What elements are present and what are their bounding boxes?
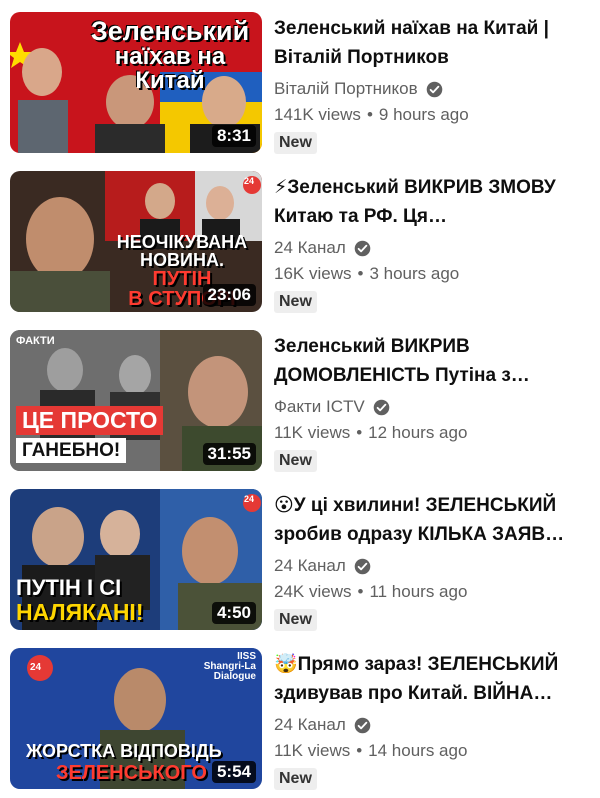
verified-icon bbox=[426, 81, 442, 97]
video-meta: 16K views • 3 hours ago bbox=[274, 261, 590, 287]
video-meta: 24K views • 11 hours ago bbox=[274, 579, 590, 605]
duration-badge: 23:06 bbox=[202, 284, 256, 306]
channel-name[interactable]: Факти ICTV bbox=[274, 397, 365, 417]
upload-age: 11 hours ago bbox=[369, 582, 468, 601]
video-title[interactable]: Зеленський наїхав на Китай | Віталій Пор… bbox=[274, 14, 590, 72]
video-thumbnail[interactable]: 24 НЕОЧІКУВАНА НОВИНА. ПУТІН В СТУПОРІ 2… bbox=[10, 171, 262, 312]
upload-age: 9 hours ago bbox=[378, 105, 469, 124]
channel-logo: 24 bbox=[243, 494, 254, 504]
duration-badge: 31:55 bbox=[202, 443, 256, 465]
thumbnail-caption-line-1: ПУТІН І СІ bbox=[16, 575, 122, 600]
video-info: ⚡Зеленський ВИКРИВ ЗМОВУ Китаю та РФ. Ця… bbox=[274, 173, 590, 313]
video-info: Зеленський ВИКРИВ ДОМОВЛЕНІСТЬ Путіна з…… bbox=[274, 332, 590, 472]
new-badge: New bbox=[274, 132, 317, 154]
conference-sign: IISS Shangri-La Dialogue bbox=[203, 651, 256, 682]
channel-logo: ФАКТИ bbox=[16, 335, 55, 347]
view-count: 11K views bbox=[274, 423, 351, 442]
view-count: 16K views bbox=[274, 264, 352, 283]
thumbnail-caption: Зеленський наїхав на Китай bbox=[90, 16, 250, 94]
upload-age: 12 hours ago bbox=[368, 423, 468, 442]
verified-icon bbox=[373, 399, 390, 415]
video-info: 😮У ці хвилини! ЗЕЛЕНСЬКИЙ зробив одразу … bbox=[274, 491, 590, 631]
new-badge: New bbox=[274, 768, 317, 790]
channel-logo: 24 bbox=[243, 176, 254, 186]
video-item[interactable]: Зеленський наїхав на Китай 8:31 Зеленськ… bbox=[0, 12, 600, 158]
meta-separator: • bbox=[357, 264, 364, 283]
thumbnail-caption-line-1: ЦЕ ПРОСТО bbox=[16, 406, 164, 435]
video-info: Зеленський наїхав на Китай | Віталій Пор… bbox=[274, 14, 590, 154]
channel-row[interactable]: 24 Канал bbox=[274, 712, 590, 738]
duration-badge: 5:54 bbox=[211, 761, 256, 783]
video-meta: 11K views • 14 hours ago bbox=[274, 738, 590, 764]
video-meta: 141K views • 9 hours ago bbox=[274, 102, 590, 128]
video-thumbnail[interactable]: 24 ПУТІН І СІ НАЛЯКАНІ! 4:50 bbox=[10, 489, 262, 630]
new-badge: New bbox=[274, 291, 317, 313]
video-title[interactable]: 🤯Прямо зараз! ЗЕЛЕНСЬКИЙ здивував про Ки… bbox=[274, 650, 590, 708]
channel-name[interactable]: Віталій Портников bbox=[274, 79, 418, 99]
duration-badge: 4:50 bbox=[211, 602, 256, 624]
meta-separator: • bbox=[356, 423, 363, 442]
channel-name[interactable]: 24 Канал bbox=[274, 238, 346, 258]
video-item[interactable]: ФАКТИ ЦЕ ПРОСТО ГАНЕБНО! 31:55 Зеленськи… bbox=[0, 330, 600, 476]
video-thumbnail[interactable]: 24 IISS Shangri-La Dialogue ЖОРСТКА ВІДП… bbox=[10, 648, 262, 789]
video-list: Зеленський наїхав на Китай 8:31 Зеленськ… bbox=[0, 0, 600, 798]
upload-age: 14 hours ago bbox=[368, 741, 468, 760]
video-title[interactable]: ⚡Зеленський ВИКРИВ ЗМОВУ Китаю та РФ. Ця… bbox=[274, 173, 590, 231]
thumbnail-caption-line-2: ГАНЕБНО! bbox=[16, 438, 127, 463]
view-count: 24K views bbox=[274, 582, 352, 601]
video-item[interactable]: 24 НЕОЧІКУВАНА НОВИНА. ПУТІН В СТУПОРІ 2… bbox=[0, 171, 600, 317]
video-info: 🤯Прямо зараз! ЗЕЛЕНСЬКИЙ здивував про Ки… bbox=[274, 650, 590, 790]
video-meta: 11K views • 12 hours ago bbox=[274, 420, 590, 446]
thumbnail-caption-line-2: НАЛЯКАНІ! bbox=[16, 599, 144, 625]
video-title[interactable]: Зеленський ВИКРИВ ДОМОВЛЕНІСТЬ Путіна з… bbox=[274, 332, 590, 390]
channel-row[interactable]: 24 Канал bbox=[274, 235, 590, 261]
meta-separator: • bbox=[356, 741, 363, 760]
verified-icon bbox=[354, 240, 371, 256]
video-title[interactable]: 😮У ці хвилини! ЗЕЛЕНСЬКИЙ зробив одразу … bbox=[274, 491, 590, 549]
video-item[interactable]: 24 IISS Shangri-La Dialogue ЖОРСТКА ВІДП… bbox=[0, 648, 600, 794]
upload-age: 3 hours ago bbox=[369, 264, 460, 283]
thumbnail-caption-line-2: ЗЕЛЕНСЬКОГО bbox=[56, 762, 207, 784]
view-count: 11K views bbox=[274, 741, 351, 760]
thumbnail-caption-line-1: ЖОРСТКА ВІДПОВІДЬ bbox=[26, 741, 222, 761]
channel-row[interactable]: Факти ICTV bbox=[274, 394, 590, 420]
channel-logo: 24 bbox=[30, 662, 42, 673]
meta-separator: • bbox=[357, 582, 364, 601]
video-thumbnail[interactable]: ФАКТИ ЦЕ ПРОСТО ГАНЕБНО! 31:55 bbox=[10, 330, 262, 471]
channel-row[interactable]: 24 Канал bbox=[274, 553, 590, 579]
verified-icon bbox=[354, 717, 371, 733]
channel-name[interactable]: 24 Канал bbox=[274, 715, 346, 735]
video-item[interactable]: 24 ПУТІН І СІ НАЛЯКАНІ! 4:50 😮У ці хвили… bbox=[0, 489, 600, 635]
view-count: 141K views bbox=[274, 105, 361, 124]
channel-row[interactable]: Віталій Портников bbox=[274, 76, 590, 102]
channel-name[interactable]: 24 Канал bbox=[274, 556, 346, 576]
video-thumbnail[interactable]: Зеленський наїхав на Китай 8:31 bbox=[10, 12, 262, 153]
duration-badge: 8:31 bbox=[211, 125, 256, 147]
meta-separator: • bbox=[366, 105, 373, 124]
new-badge: New bbox=[274, 609, 317, 631]
new-badge: New bbox=[274, 450, 317, 472]
verified-icon bbox=[354, 558, 371, 574]
